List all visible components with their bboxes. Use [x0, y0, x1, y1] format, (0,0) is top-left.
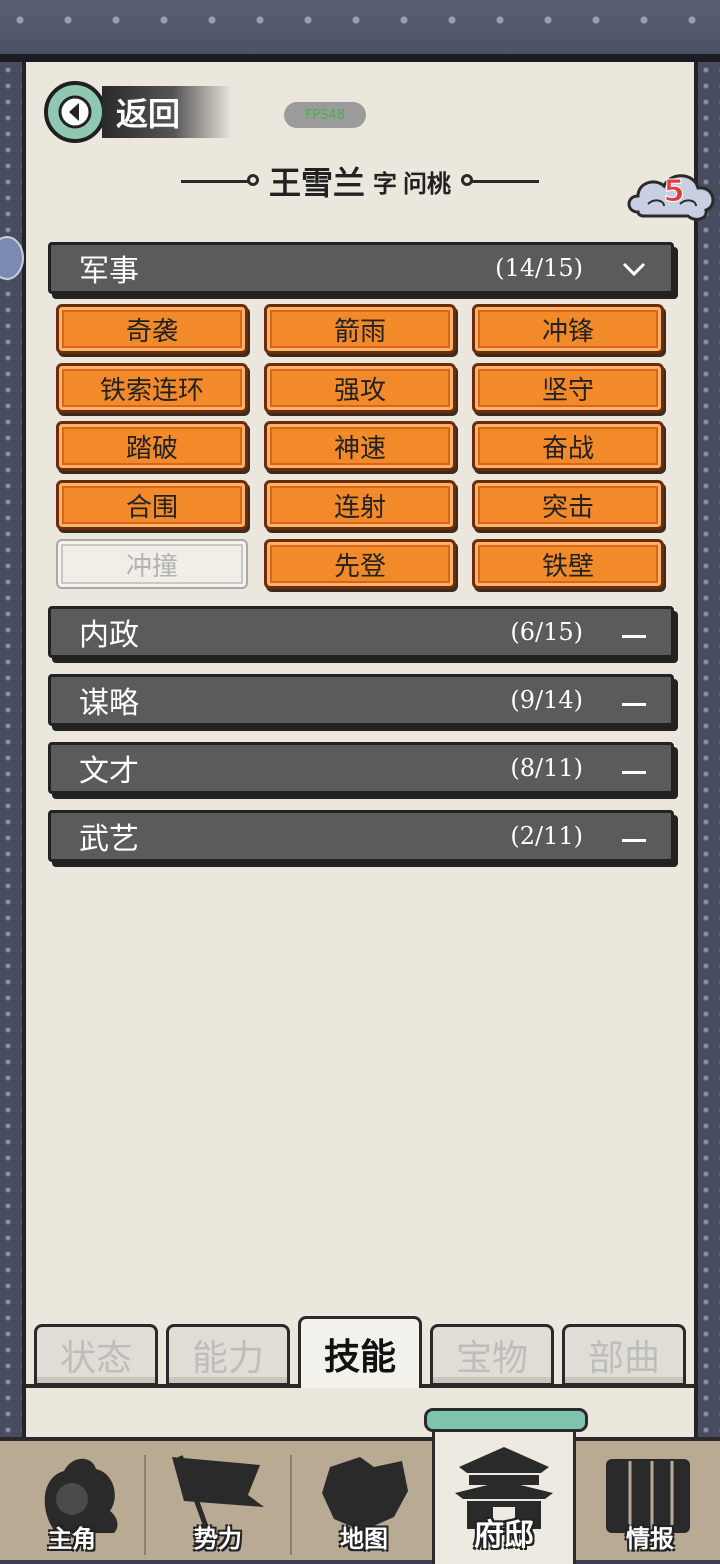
section-label: 谋略: [79, 686, 139, 721]
skill-button[interactable]: 箭雨: [264, 304, 456, 354]
courtesy-prefix: 字: [373, 168, 397, 198]
skill-button[interactable]: 神速: [264, 421, 456, 471]
nav-intel[interactable]: 情报: [578, 1441, 720, 1560]
character-name: 王雪兰: [268, 164, 365, 202]
decorative-right-border: [698, 62, 720, 1437]
section-label: 内政: [79, 618, 139, 653]
section-label: 军事: [79, 254, 139, 289]
section-governance-header[interactable]: 内政 (6/15): [48, 606, 674, 658]
skill-button[interactable]: 奋战: [472, 421, 664, 471]
section-label: 武艺: [79, 822, 139, 857]
title-ornament-left: [180, 173, 259, 186]
nav-label: 势力: [194, 1524, 242, 1553]
collapse-dash-icon: [619, 821, 649, 851]
section-military-header[interactable]: 军事 (14/15): [48, 242, 674, 294]
nav-hero[interactable]: 主角: [0, 1441, 144, 1560]
tab-status[interactable]: 状态: [34, 1324, 158, 1386]
skill-button[interactable]: 强攻: [264, 363, 456, 413]
decorative-top-border: [0, 0, 720, 62]
nav-mansion[interactable]: 府邸: [432, 1423, 576, 1564]
nav-label: 情报: [626, 1524, 674, 1553]
tab-ability[interactable]: 能力: [166, 1324, 290, 1386]
skill-button[interactable]: 合围: [56, 480, 248, 530]
nav-label: 主角: [48, 1524, 96, 1553]
back-arrow-icon: [44, 81, 106, 143]
courtesy-name: 问桃: [403, 168, 451, 198]
section-count: (14/15): [495, 254, 583, 282]
bottom-navigation: 主角 势力 地图 府邸 情报: [0, 1423, 720, 1564]
tab-treasure[interactable]: 宝物: [430, 1324, 554, 1386]
chevron-down-icon: [619, 253, 649, 283]
collapse-dash-icon: [619, 685, 649, 715]
skill-button[interactable]: 奇袭: [56, 304, 248, 354]
skill-button[interactable]: 先登: [264, 539, 456, 589]
section-count: (8/11): [510, 754, 583, 782]
section-label: 文才: [79, 754, 139, 789]
active-tab-scroll-cap: [424, 1408, 588, 1432]
collapse-dash-icon: [619, 617, 649, 647]
skill-button[interactable]: 坚守: [472, 363, 664, 413]
skill-button[interactable]: 冲锋: [472, 304, 664, 354]
detail-tab-bar: 状态 能力 技能 宝物 部曲: [26, 1316, 694, 1388]
skill-button[interactable]: 连射: [264, 480, 456, 530]
section-strategy-header[interactable]: 谋略 (9/14): [48, 674, 674, 726]
back-label: 返回: [102, 86, 232, 138]
nav-map[interactable]: 地图: [292, 1441, 436, 1560]
tab-skills[interactable]: 技能: [298, 1316, 422, 1388]
skill-button[interactable]: 铁索连环: [56, 363, 248, 413]
points-badge[interactable]: 5: [624, 168, 720, 226]
character-title: 王雪兰 字 问桃: [160, 158, 560, 204]
skill-button-locked[interactable]: 冲撞: [56, 539, 248, 589]
nav-label: 地图: [340, 1524, 388, 1553]
skill-button[interactable]: 踏破: [56, 421, 248, 471]
points-count: 5: [663, 174, 685, 210]
title-ornament-right: [461, 173, 539, 186]
section-martial-header[interactable]: 武艺 (2/11): [48, 810, 674, 862]
nav-label: 府邸: [474, 1518, 534, 1553]
tab-troops[interactable]: 部曲: [562, 1324, 686, 1386]
skill-button[interactable]: 突击: [472, 480, 664, 530]
section-count: (6/15): [510, 618, 583, 646]
section-count: (2/11): [510, 822, 583, 850]
nav-faction[interactable]: 势力: [146, 1441, 290, 1560]
section-literature-header[interactable]: 文才 (8/11): [48, 742, 674, 794]
section-count: (9/14): [510, 686, 583, 714]
back-button[interactable]: 返回: [44, 80, 234, 144]
skill-button[interactable]: 铁壁: [472, 539, 664, 589]
collapse-dash-icon: [619, 753, 649, 783]
fps-counter: FPS48: [284, 102, 366, 128]
